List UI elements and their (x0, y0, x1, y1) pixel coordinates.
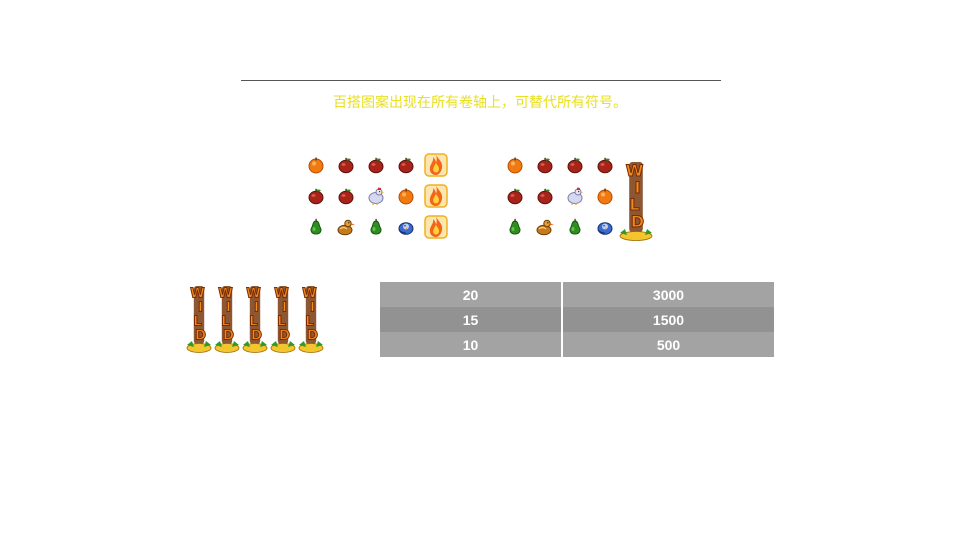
paytable-payout: 1500 (562, 307, 774, 332)
red-apple-icon (301, 180, 331, 211)
wild-totem-icon: WILD (298, 284, 324, 354)
red-apple-icon (560, 149, 590, 180)
blue-bird-icon (590, 211, 620, 242)
svg-text:I: I (310, 300, 315, 315)
wild-totem-icon: WILD (270, 284, 296, 354)
red-apple-icon (530, 149, 560, 180)
paytable-payout: 500 (562, 332, 774, 357)
red-apple-icon (331, 149, 361, 180)
orange-icon (301, 149, 331, 180)
svg-text:D: D (279, 328, 290, 343)
fire-wild-icon (421, 149, 451, 180)
green-pear-icon (560, 211, 590, 242)
svg-text:D: D (251, 328, 262, 343)
duck-icon (331, 211, 361, 242)
fire-wild-icon (421, 180, 451, 211)
paytable-count: 15 (380, 307, 563, 332)
blue-bird-icon (391, 211, 421, 242)
paytable-count: 10 (380, 332, 563, 357)
wild-symbol-row: WILDWILDWILDWILDWILD (186, 284, 326, 354)
orange-icon (500, 149, 530, 180)
fire-wild-icon (421, 211, 451, 242)
svg-text:L: L (249, 314, 258, 329)
wild-totem-icon: WILD (186, 284, 212, 354)
green-pear-icon (301, 211, 331, 242)
wild-totem-icon: WILD (619, 160, 653, 242)
wild-totem-icon: WILD (214, 284, 240, 354)
example-grid-fire-wild (301, 149, 451, 242)
svg-text:I: I (198, 300, 203, 315)
green-pear-icon (500, 211, 530, 242)
red-apple-icon (391, 149, 421, 180)
orange-icon (391, 180, 421, 211)
paytable-row: 15 1500 (380, 307, 774, 332)
wild-rule-text: 百搭图案出现在所有卷轴上，可替代所有符号。 (333, 95, 627, 111)
header-divider (241, 80, 721, 81)
svg-text:D: D (631, 212, 644, 231)
paytable-count: 20 (380, 282, 563, 307)
svg-text:L: L (193, 314, 202, 329)
svg-text:L: L (221, 314, 230, 329)
paytable-row: 10 500 (380, 332, 774, 357)
duck-icon (530, 211, 560, 242)
wild-totem-icon: WILD (242, 284, 268, 354)
red-apple-icon (530, 180, 560, 211)
svg-text:W: W (246, 286, 261, 301)
svg-text:I: I (282, 300, 287, 315)
svg-text:D: D (195, 328, 206, 343)
svg-text:I: I (226, 300, 231, 315)
green-pear-icon (361, 211, 391, 242)
svg-text:D: D (307, 328, 318, 343)
svg-text:W: W (190, 286, 205, 301)
svg-text:L: L (305, 314, 314, 329)
svg-text:W: W (302, 286, 317, 301)
red-apple-icon (500, 180, 530, 211)
paytable-row: 20 3000 (380, 282, 774, 307)
svg-text:D: D (223, 328, 234, 343)
orange-icon (590, 180, 620, 211)
svg-text:L: L (277, 314, 286, 329)
red-apple-icon (590, 149, 620, 180)
red-apple-icon (361, 149, 391, 180)
paytable-payout: 3000 (562, 282, 774, 307)
chicken-icon (560, 180, 590, 211)
svg-text:W: W (218, 286, 233, 301)
wild-paytable: 20 3000 15 1500 10 500 (380, 282, 774, 357)
red-apple-icon (331, 180, 361, 211)
svg-text:W: W (274, 286, 289, 301)
chicken-icon (361, 180, 391, 211)
svg-text:I: I (254, 300, 259, 315)
